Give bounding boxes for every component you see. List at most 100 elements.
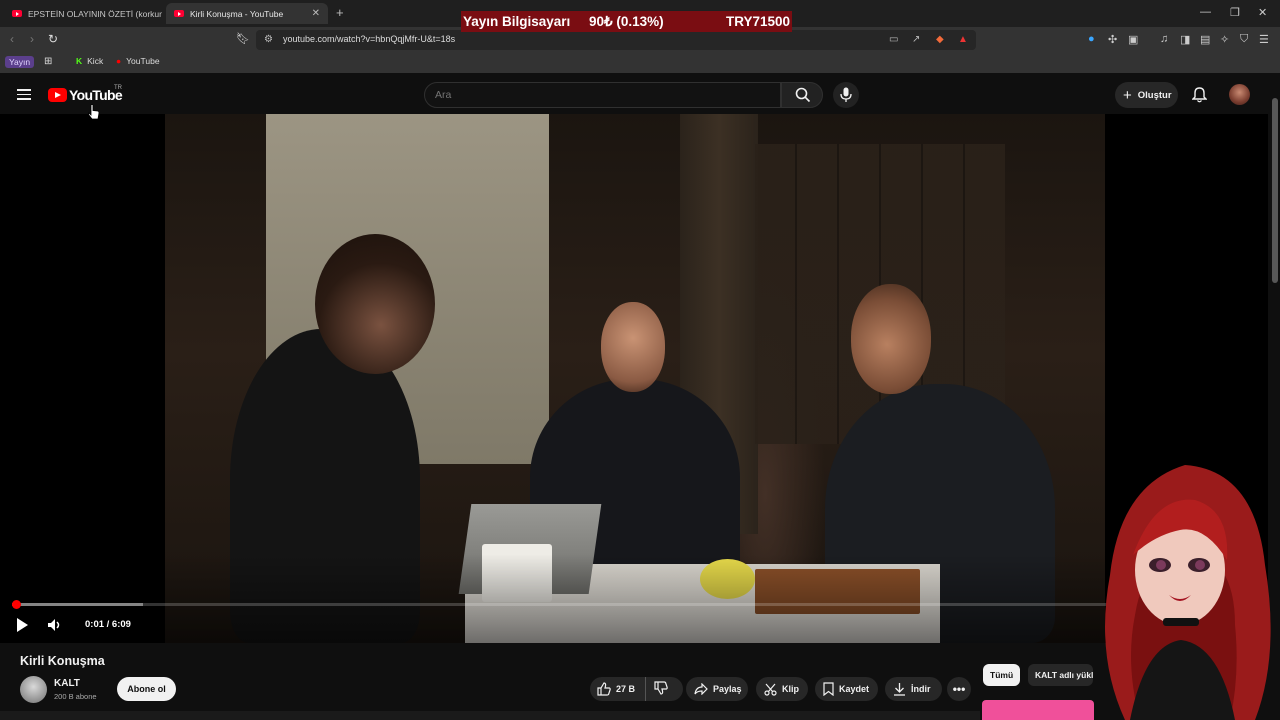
wallet-icon[interactable]: ▤ bbox=[1200, 33, 1210, 46]
time-display: 0:01 / 6:09 bbox=[85, 619, 131, 630]
bookmarks-bar: Yayın ⊞ K Kick ● YouTube bbox=[0, 53, 1280, 73]
ticker-price: TRY71500 bbox=[726, 14, 791, 29]
search-box[interactable] bbox=[424, 82, 781, 108]
restore-icon[interactable]: ❐ bbox=[1230, 6, 1240, 19]
progress-scrubber[interactable] bbox=[11, 600, 21, 609]
notifications-bell-icon[interactable] bbox=[1192, 87, 1207, 103]
user-avatar[interactable] bbox=[1229, 84, 1250, 105]
ai-icon[interactable]: ✧ bbox=[1220, 33, 1229, 46]
rewards-icon[interactable]: ▲ bbox=[958, 34, 968, 45]
hamburger-menu-icon[interactable] bbox=[17, 89, 31, 100]
bookmark-save-icon bbox=[823, 682, 834, 696]
video-player[interactable]: 0:01 / 6:09 bbox=[0, 114, 1268, 643]
youtube-favicon-icon bbox=[174, 10, 184, 17]
play-icon[interactable] bbox=[15, 617, 29, 633]
voice-search-button[interactable] bbox=[833, 82, 859, 108]
youtube-logo[interactable]: YouTube bbox=[48, 87, 123, 103]
tab-epstein[interactable]: EPSTEİN OLAYININ ÖZETİ (korkunç) bbox=[4, 3, 162, 24]
clip-label: Klip bbox=[782, 684, 799, 694]
url-text: youtube.com/watch?v=hbnQqjMfr-U&t=18s bbox=[283, 34, 456, 44]
vpn-icon[interactable]: ⛉ bbox=[1240, 33, 1248, 46]
forward-icon[interactable]: › bbox=[30, 32, 34, 46]
search-button[interactable] bbox=[781, 82, 823, 108]
shield-icon[interactable]: ◆ bbox=[936, 34, 944, 45]
controls-gradient bbox=[0, 554, 1268, 643]
mouse-cursor-icon bbox=[88, 104, 100, 120]
plus-icon: + bbox=[1123, 86, 1132, 104]
chip-all[interactable]: Tümü bbox=[983, 664, 1021, 686]
address-bar[interactable]: ⚙︎ youtube.com/watch?v=hbnQqjMfr-U&t=18s… bbox=[256, 30, 976, 50]
save-label: Kaydet bbox=[839, 684, 870, 694]
share-icon bbox=[694, 683, 708, 695]
share-button[interactable]: Paylaş bbox=[686, 677, 748, 701]
site-info-icon[interactable]: ⚙︎ bbox=[264, 34, 273, 45]
more-actions-icon[interactable]: ••• bbox=[947, 677, 971, 701]
minimize-icon[interactable]: — bbox=[1200, 6, 1211, 18]
close-window-icon[interactable]: ✕ bbox=[1258, 6, 1267, 19]
bookmark-yayin[interactable]: Yayın bbox=[5, 56, 35, 68]
reload-icon[interactable]: ↻ bbox=[48, 32, 58, 46]
apps-icon[interactable]: ⊞ bbox=[44, 56, 52, 67]
search-input[interactable] bbox=[435, 89, 735, 101]
progress-bar[interactable] bbox=[11, 600, 1256, 609]
share-page-icon[interactable]: ↗ bbox=[912, 34, 920, 45]
ticker-change: 90₺ (0.13%) bbox=[589, 13, 664, 29]
progress-buffered bbox=[12, 603, 143, 606]
cast-icon[interactable]: ▭ bbox=[889, 34, 898, 45]
like-count: 27 B bbox=[616, 684, 636, 694]
channel-avatar[interactable] bbox=[20, 676, 47, 703]
save-button[interactable]: Kaydet bbox=[815, 677, 878, 701]
bookmark-youtube[interactable]: ● YouTube bbox=[116, 56, 160, 66]
tab-label: Kirli Konuşma - YouTube bbox=[190, 8, 284, 19]
create-label: Oluştur bbox=[1137, 89, 1172, 101]
stream-ticker-overlay: Yayın Bilgisayarı 90₺ (0.13%) TRY71500 bbox=[461, 11, 792, 32]
tab-kirli-konusma[interactable]: Kirli Konuşma - YouTube ✕ bbox=[166, 3, 328, 24]
overlay-pink-bar bbox=[982, 700, 1094, 720]
extension-2-icon[interactable]: ▣ bbox=[1128, 33, 1138, 46]
dislike-button[interactable] bbox=[646, 681, 673, 697]
thumbs-up-icon bbox=[597, 682, 611, 696]
channel-name[interactable]: KALT bbox=[54, 678, 80, 689]
like-button[interactable]: 27 B bbox=[590, 677, 646, 701]
clip-button[interactable]: Klip bbox=[756, 677, 808, 701]
download-button[interactable]: İndir bbox=[885, 677, 942, 701]
subscribe-button[interactable]: Abone ol bbox=[117, 677, 176, 701]
youtube-play-logo-icon bbox=[48, 88, 67, 102]
scissors-icon bbox=[764, 683, 777, 696]
download-icon bbox=[894, 683, 905, 696]
region-code: TR bbox=[114, 85, 122, 91]
search-icon bbox=[795, 87, 811, 103]
bookmark-icon[interactable]: 🔖︎ bbox=[236, 32, 250, 45]
scrollbar-thumb[interactable] bbox=[1272, 98, 1278, 283]
tab-label: EPSTEİN OLAYININ ÖZETİ (korkunç) bbox=[28, 8, 162, 19]
microphone-icon bbox=[840, 87, 852, 102]
close-icon[interactable]: ✕ bbox=[312, 8, 320, 19]
thumbs-down-icon bbox=[654, 681, 668, 695]
kick-icon: K bbox=[76, 56, 83, 66]
subscriber-count: 200 B abone bbox=[54, 692, 97, 701]
youtube-favicon-icon bbox=[12, 10, 22, 17]
like-dislike-group: 27 B bbox=[590, 677, 683, 701]
media-icon[interactable]: ♫ bbox=[1160, 33, 1168, 45]
extension-icon[interactable]: ● bbox=[1088, 33, 1095, 45]
youtube-header: YouTube TR + Oluştur bbox=[0, 76, 1280, 114]
video-title: Kirli Konuşma bbox=[20, 654, 105, 668]
bookmark-kick[interactable]: K Kick bbox=[76, 56, 103, 66]
volume-icon[interactable] bbox=[47, 617, 63, 633]
back-icon[interactable]: ‹ bbox=[10, 32, 14, 46]
chip-channel-uploads[interactable]: KALT adlı yüklemeler bbox=[1028, 664, 1093, 686]
menu-icon[interactable]: ☰ bbox=[1259, 33, 1269, 46]
sidebar-icon[interactable]: ◨ bbox=[1180, 33, 1190, 46]
puzzle-icon[interactable]: ✣ bbox=[1108, 33, 1117, 46]
download-label: İndir bbox=[911, 684, 931, 694]
youtube-icon: ● bbox=[116, 56, 122, 66]
person-right-head bbox=[851, 284, 931, 394]
create-button[interactable]: + Oluştur bbox=[1115, 82, 1178, 108]
person-left-head bbox=[315, 234, 435, 374]
ticker-label: Yayın Bilgisayarı bbox=[463, 14, 571, 29]
page-bottom-edge bbox=[0, 711, 980, 720]
vtuber-avatar-overlay bbox=[1105, 465, 1271, 720]
share-label: Paylaş bbox=[713, 684, 742, 694]
person-middle-head bbox=[601, 302, 665, 392]
new-tab-icon[interactable]: + bbox=[336, 5, 344, 20]
